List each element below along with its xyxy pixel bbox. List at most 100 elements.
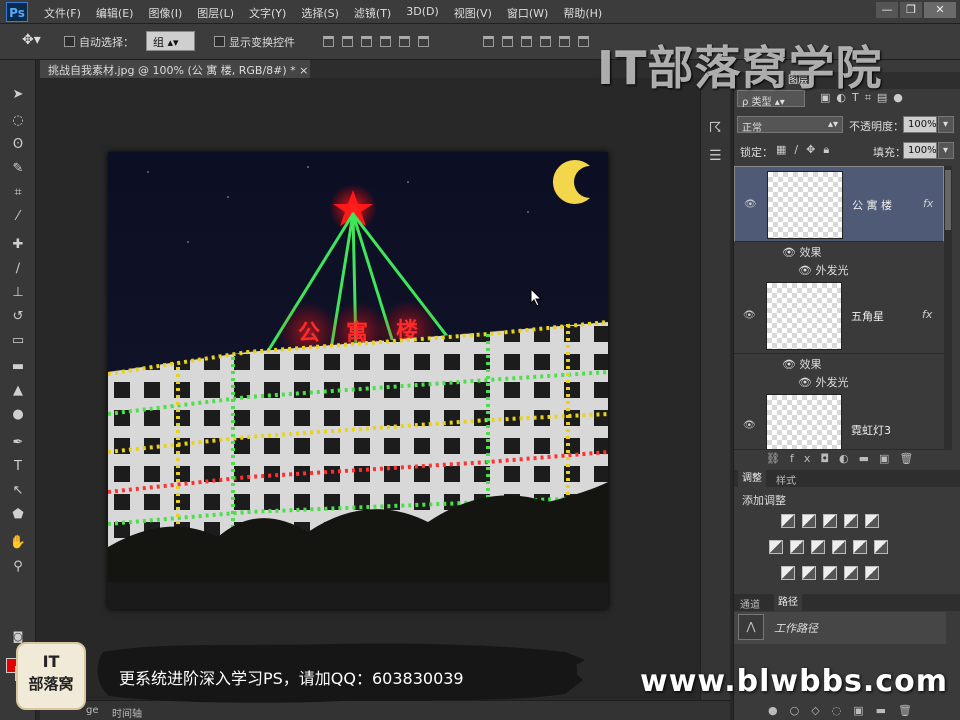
path-select-icon[interactable]: ↖ (9, 482, 27, 500)
menu-type[interactable]: 文字(Y) (249, 5, 286, 21)
distribute-vcenter-icon[interactable] (502, 36, 513, 47)
lock-icons[interactable]: ▦∕✥🔒︎ (776, 143, 837, 157)
tab-paths[interactable]: 路径 (774, 594, 802, 611)
align-left-icon[interactable] (380, 36, 391, 47)
show-transform-checkbox[interactable]: 显示变换控件 (214, 34, 295, 50)
invert-icon[interactable] (781, 566, 795, 580)
restore-button[interactable]: ❐ (900, 2, 922, 18)
opacity-dropdown-icon[interactable]: ▾ (938, 116, 954, 133)
distribute-bottom-icon[interactable] (521, 36, 532, 47)
photo-filter-icon[interactable] (832, 540, 846, 554)
auto-select-dropdown[interactable]: 组 ▴▾ (146, 31, 195, 51)
properties-panel-icon[interactable]: ☰ (709, 148, 722, 164)
move-tool-icon[interactable]: ➤ (9, 86, 27, 104)
color-balance-icon[interactable] (790, 540, 804, 554)
eye-small-icon[interactable]: 👁︎ (782, 246, 796, 259)
levels-icon[interactable] (802, 514, 816, 528)
align-top-icon[interactable] (323, 36, 334, 47)
curves-icon[interactable] (823, 514, 837, 528)
menu-help[interactable]: 帮助(H) (563, 5, 602, 21)
fill-dropdown-icon[interactable]: ▾ (938, 142, 954, 159)
menu-filter[interactable]: 滤镜(T) (354, 5, 391, 21)
healing-brush-icon[interactable]: ✚ (9, 236, 27, 254)
dodge-tool-icon[interactable]: ● (9, 406, 27, 424)
layers-scrollbar[interactable] (944, 166, 952, 450)
align-hcenter-icon[interactable] (399, 36, 410, 47)
history-brush-icon[interactable]: ↺ (9, 308, 27, 326)
layer-row-apartment[interactable]: 👁︎ 公 寓 楼 fx (734, 166, 944, 242)
align-vcenter-icon[interactable] (342, 36, 353, 47)
align-right-icon[interactable] (418, 36, 429, 47)
stamp-tool-icon[interactable]: ⊥ (9, 284, 27, 302)
tab-channels[interactable]: 通道 (740, 596, 760, 611)
tab-adjustments[interactable]: 调整 (738, 470, 766, 487)
brush-tool-icon[interactable]: ∕ (9, 260, 27, 278)
channel-mixer-icon[interactable] (853, 540, 867, 554)
visibility-eye-icon[interactable]: 👁︎ (743, 420, 756, 431)
brightness-icon[interactable] (781, 514, 795, 528)
layer-row-star[interactable]: 👁︎ 五角星 fx (734, 278, 944, 354)
shape-tool-icon[interactable]: ⬟ (9, 506, 27, 524)
gradient-map-icon[interactable] (865, 566, 879, 580)
eye-small-icon[interactable]: 👁︎ (798, 264, 812, 277)
fill-input[interactable]: 100% (903, 142, 937, 159)
vibrance-icon[interactable] (865, 514, 879, 528)
hue-saturation-icon[interactable] (769, 540, 783, 554)
align-bottom-icon[interactable] (361, 36, 372, 47)
visibility-eye-icon[interactable]: 👁︎ (743, 310, 756, 321)
eraser-tool-icon[interactable]: ▭ (9, 332, 27, 350)
layer-bottom-buttons[interactable]: ⛓fx◘◐▬▣🗑︎ (766, 452, 956, 465)
type-tool-icon[interactable]: T (9, 458, 27, 476)
menu-3d[interactable]: 3D(D) (406, 5, 439, 21)
zoom-tool-icon[interactable]: ⚲ (9, 558, 27, 576)
blur-tool-icon[interactable]: ▲ (9, 382, 27, 400)
distribute-hcenter-icon[interactable] (559, 36, 570, 47)
distribute-left-icon[interactable] (540, 36, 551, 47)
menu-window[interactable]: 窗口(W) (507, 5, 548, 21)
menu-layer[interactable]: 图层(L) (197, 5, 234, 21)
distribute-right-icon[interactable] (578, 36, 589, 47)
canvas-image[interactable]: 公 寓 楼 (108, 152, 608, 609)
visibility-eye-icon[interactable]: 👁︎ (744, 199, 757, 210)
eyedropper-icon[interactable]: ⁄ (9, 208, 27, 226)
fx-icon[interactable]: fx (922, 308, 932, 321)
lasso-tool-icon[interactable]: ʘ (9, 136, 27, 154)
quick-select-icon[interactable]: ✎ (9, 160, 27, 178)
tab-close-icon[interactable]: × (299, 64, 308, 77)
auto-select-checkbox[interactable]: 自动选择： (64, 34, 134, 50)
opacity-input[interactable]: 100% (903, 116, 937, 133)
color-lookup-icon[interactable] (874, 540, 888, 554)
menu-file[interactable]: 文件(F) (44, 5, 81, 21)
layer-row-neon3[interactable]: 👁︎ 霓虹灯3 (734, 390, 944, 450)
hand-tool-icon[interactable]: ✋ (9, 534, 27, 552)
menu-edit[interactable]: 编辑(E) (96, 5, 134, 21)
eye-small-icon[interactable]: 👁︎ (798, 376, 812, 389)
adjustment-row-3 (781, 566, 879, 580)
gradient-tool-icon[interactable]: ▬ (9, 358, 27, 376)
eye-small-icon[interactable]: 👁︎ (782, 358, 796, 371)
distribute-top-icon[interactable] (483, 36, 494, 47)
path-row[interactable]: ⋀ 工作路径 (734, 612, 946, 644)
menu-view[interactable]: 视图(V) (454, 5, 492, 21)
crop-tool-icon[interactable]: ⌗ (9, 184, 27, 202)
minimize-button[interactable]: — (876, 2, 898, 18)
close-button[interactable]: ✕ (924, 2, 956, 18)
menu-image[interactable]: 图像(I) (148, 5, 182, 21)
document-tab[interactable]: 挑战自我素材.jpg @ 100% (公 寓 楼, RGB/8#) * × (40, 60, 310, 78)
selective-color-icon[interactable] (844, 566, 858, 580)
black-white-icon[interactable] (811, 540, 825, 554)
threshold-icon[interactable] (823, 566, 837, 580)
brush-panel-icon[interactable]: ☈ (709, 120, 722, 136)
timeline-tab[interactable]: 时间轴 (112, 705, 142, 720)
tab-styles[interactable]: 样式 (776, 472, 796, 487)
blend-mode-dropdown[interactable]: 正常 ▴▾ (737, 116, 843, 134)
move-tool-icon[interactable]: ✥▾ (22, 32, 41, 48)
exposure-icon[interactable] (844, 514, 858, 528)
menu-select[interactable]: 选择(S) (301, 5, 339, 21)
pen-tool-icon[interactable]: ✒ (9, 434, 27, 452)
fx-icon[interactable]: fx (923, 197, 933, 210)
marquee-tool-icon[interactable]: ◌ (9, 112, 27, 130)
checkbox-icon (64, 36, 75, 47)
path-bottom-buttons[interactable]: ●○◇◌▣▬🗑︎ (768, 704, 958, 717)
posterize-icon[interactable] (802, 566, 816, 580)
